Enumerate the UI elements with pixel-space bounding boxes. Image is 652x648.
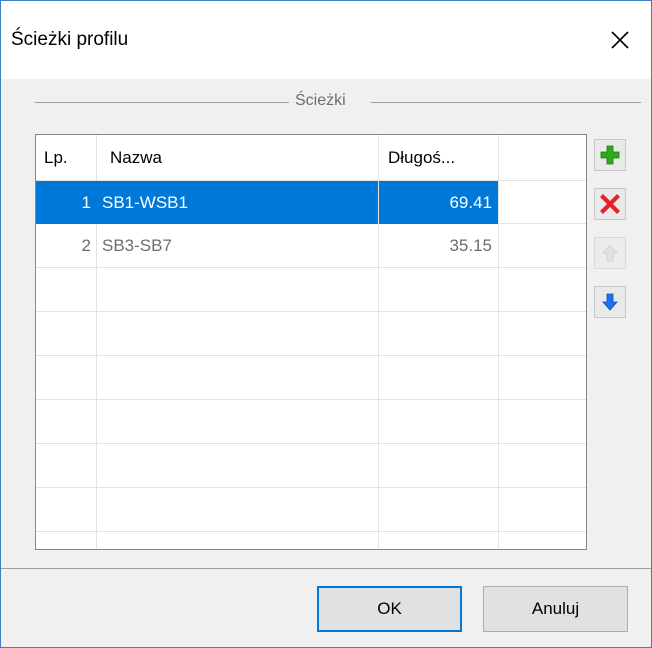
column-header-dlugosc[interactable]: Długoś...: [388, 135, 455, 180]
table-row[interactable]: 2 SB3-SB7 35.15: [36, 224, 586, 267]
row-divider: [36, 443, 586, 444]
column-header-nazwa[interactable]: Nazwa: [110, 135, 162, 180]
row-divider: [36, 487, 586, 488]
add-icon: [600, 145, 620, 165]
row-divider: [36, 531, 586, 532]
add-path-button[interactable]: [594, 139, 626, 171]
row-divider: [36, 311, 586, 312]
cell-nazwa: SB3-SB7: [102, 236, 172, 255]
paths-table[interactable]: Lp. Nazwa Długoś... 1 SB1-WSB1 69.41 2 S…: [35, 134, 587, 550]
button-separator: [1, 568, 651, 569]
dialog-window: Ścieżki profilu Ścieżki Lp. Nazwa Długoś…: [0, 0, 652, 648]
table-row[interactable]: 1 SB1-WSB1 69.41: [36, 181, 586, 224]
delete-path-button[interactable]: [594, 188, 626, 220]
cell-dlugosc: 35.15: [449, 236, 492, 255]
cell-lp: 2: [81, 236, 91, 255]
group-line-right: [371, 102, 641, 103]
arrow-up-icon: [602, 244, 618, 262]
cell-lp: 1: [81, 193, 91, 212]
title-bar: Ścieżki profilu: [1, 1, 651, 79]
column-header-lp[interactable]: Lp.: [44, 135, 68, 180]
row-divider: [36, 267, 586, 268]
dialog-title: Ścieżki profilu: [11, 29, 129, 50]
group-label: Ścieżki: [293, 92, 348, 110]
move-up-button[interactable]: [594, 237, 626, 269]
cell-dlugosc: 69.41: [449, 193, 492, 212]
close-button[interactable]: [589, 1, 651, 79]
cell-nazwa: SB1-WSB1: [102, 193, 188, 212]
row-divider: [36, 399, 586, 400]
group-line-left: [35, 102, 289, 103]
delete-icon: [600, 194, 620, 214]
cancel-button[interactable]: Anuluj: [483, 586, 628, 632]
close-icon: [611, 31, 629, 49]
move-down-button[interactable]: [594, 286, 626, 318]
ok-button[interactable]: OK: [317, 586, 462, 632]
arrow-down-icon: [602, 293, 618, 311]
row-divider: [36, 355, 586, 356]
